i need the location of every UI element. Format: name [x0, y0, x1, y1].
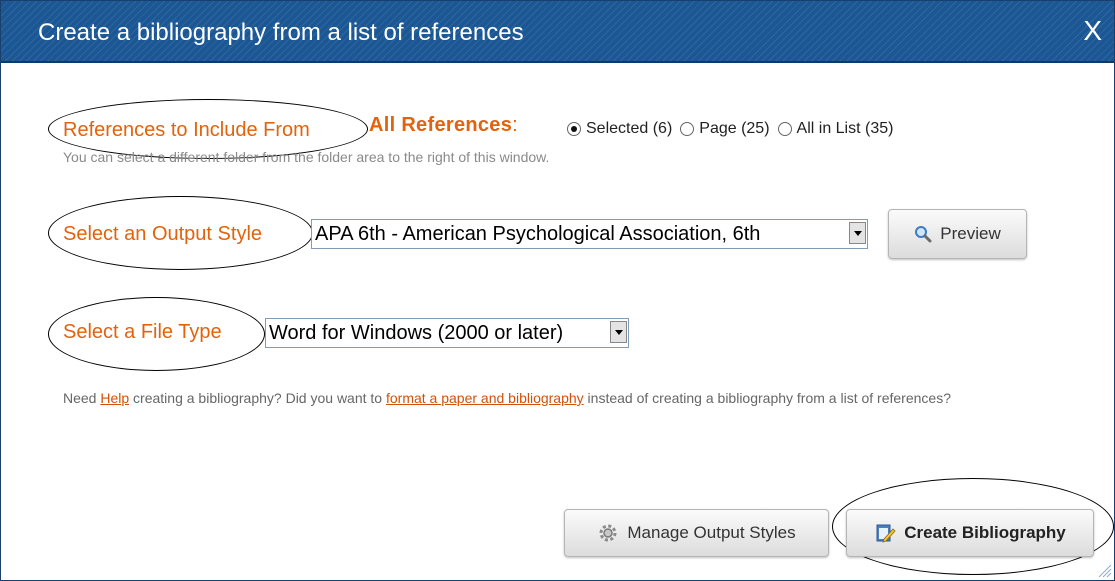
file-type-select[interactable]: Word for Windows (2000 or later): [265, 318, 629, 348]
format-paper-link[interactable]: format a paper and bibliography: [386, 390, 584, 406]
close-icon[interactable]: X: [1083, 15, 1102, 47]
title-bar: Create a bibliography from a list of ref…: [1, 1, 1114, 63]
magnifier-icon: [914, 225, 932, 243]
radio-selected[interactable]: [567, 122, 581, 136]
references-source-suffix: :: [512, 114, 519, 136]
file-type-label: Select a File Type: [63, 321, 222, 343]
radio-selected-label: Selected (6): [586, 120, 673, 137]
help-link[interactable]: Help: [100, 390, 129, 406]
output-style-value: APA 6th - American Psychological Associa…: [315, 223, 761, 245]
file-type-value: Word for Windows (2000 or later): [269, 322, 564, 344]
resize-grip[interactable]: [1096, 562, 1112, 578]
output-style-label: Select an Output Style: [63, 223, 263, 245]
help-text-part2: creating a bibliography? Did you want to: [129, 390, 386, 406]
gear-icon: [597, 522, 619, 544]
references-label: References to Include From: [63, 119, 310, 141]
create-bibliography-label: Create Bibliography: [904, 523, 1066, 542]
create-bibliography-button[interactable]: Create Bibliography: [846, 509, 1094, 557]
chevron-down-icon[interactable]: [849, 222, 866, 244]
references-hint: You can select a different folder from t…: [63, 149, 550, 165]
preview-button-label: Preview: [940, 224, 1001, 243]
chevron-down-icon[interactable]: [610, 321, 627, 343]
help-text-part1: Need: [63, 390, 101, 406]
references-source-name: All References: [369, 114, 513, 136]
references-source: All References:: [369, 114, 518, 137]
dialog-title: Create a bibliography from a list of ref…: [38, 19, 524, 46]
preview-button[interactable]: Preview: [888, 209, 1027, 259]
radio-all-in-list[interactable]: [777, 122, 792, 136]
references-radio-group: Selected (6) Page (25) All in List (35): [567, 120, 901, 138]
help-text-part3: instead of creating a bibliography from …: [583, 390, 951, 406]
bibliography-dialog: Create a bibliography from a list of ref…: [0, 0, 1115, 581]
radio-all-in-list-label: All in List (35): [796, 120, 894, 137]
manage-output-styles-button[interactable]: Manage Output Styles: [564, 509, 829, 557]
help-text: Need Help creating a bibliography? Did y…: [63, 387, 1093, 409]
radio-page-label: Page (25): [699, 120, 770, 137]
output-style-select[interactable]: APA 6th - American Psychological Associa…: [311, 219, 868, 249]
manage-output-styles-label: Manage Output Styles: [627, 523, 796, 542]
radio-page[interactable]: [680, 122, 695, 136]
notepad-pencil-icon: [874, 522, 896, 544]
